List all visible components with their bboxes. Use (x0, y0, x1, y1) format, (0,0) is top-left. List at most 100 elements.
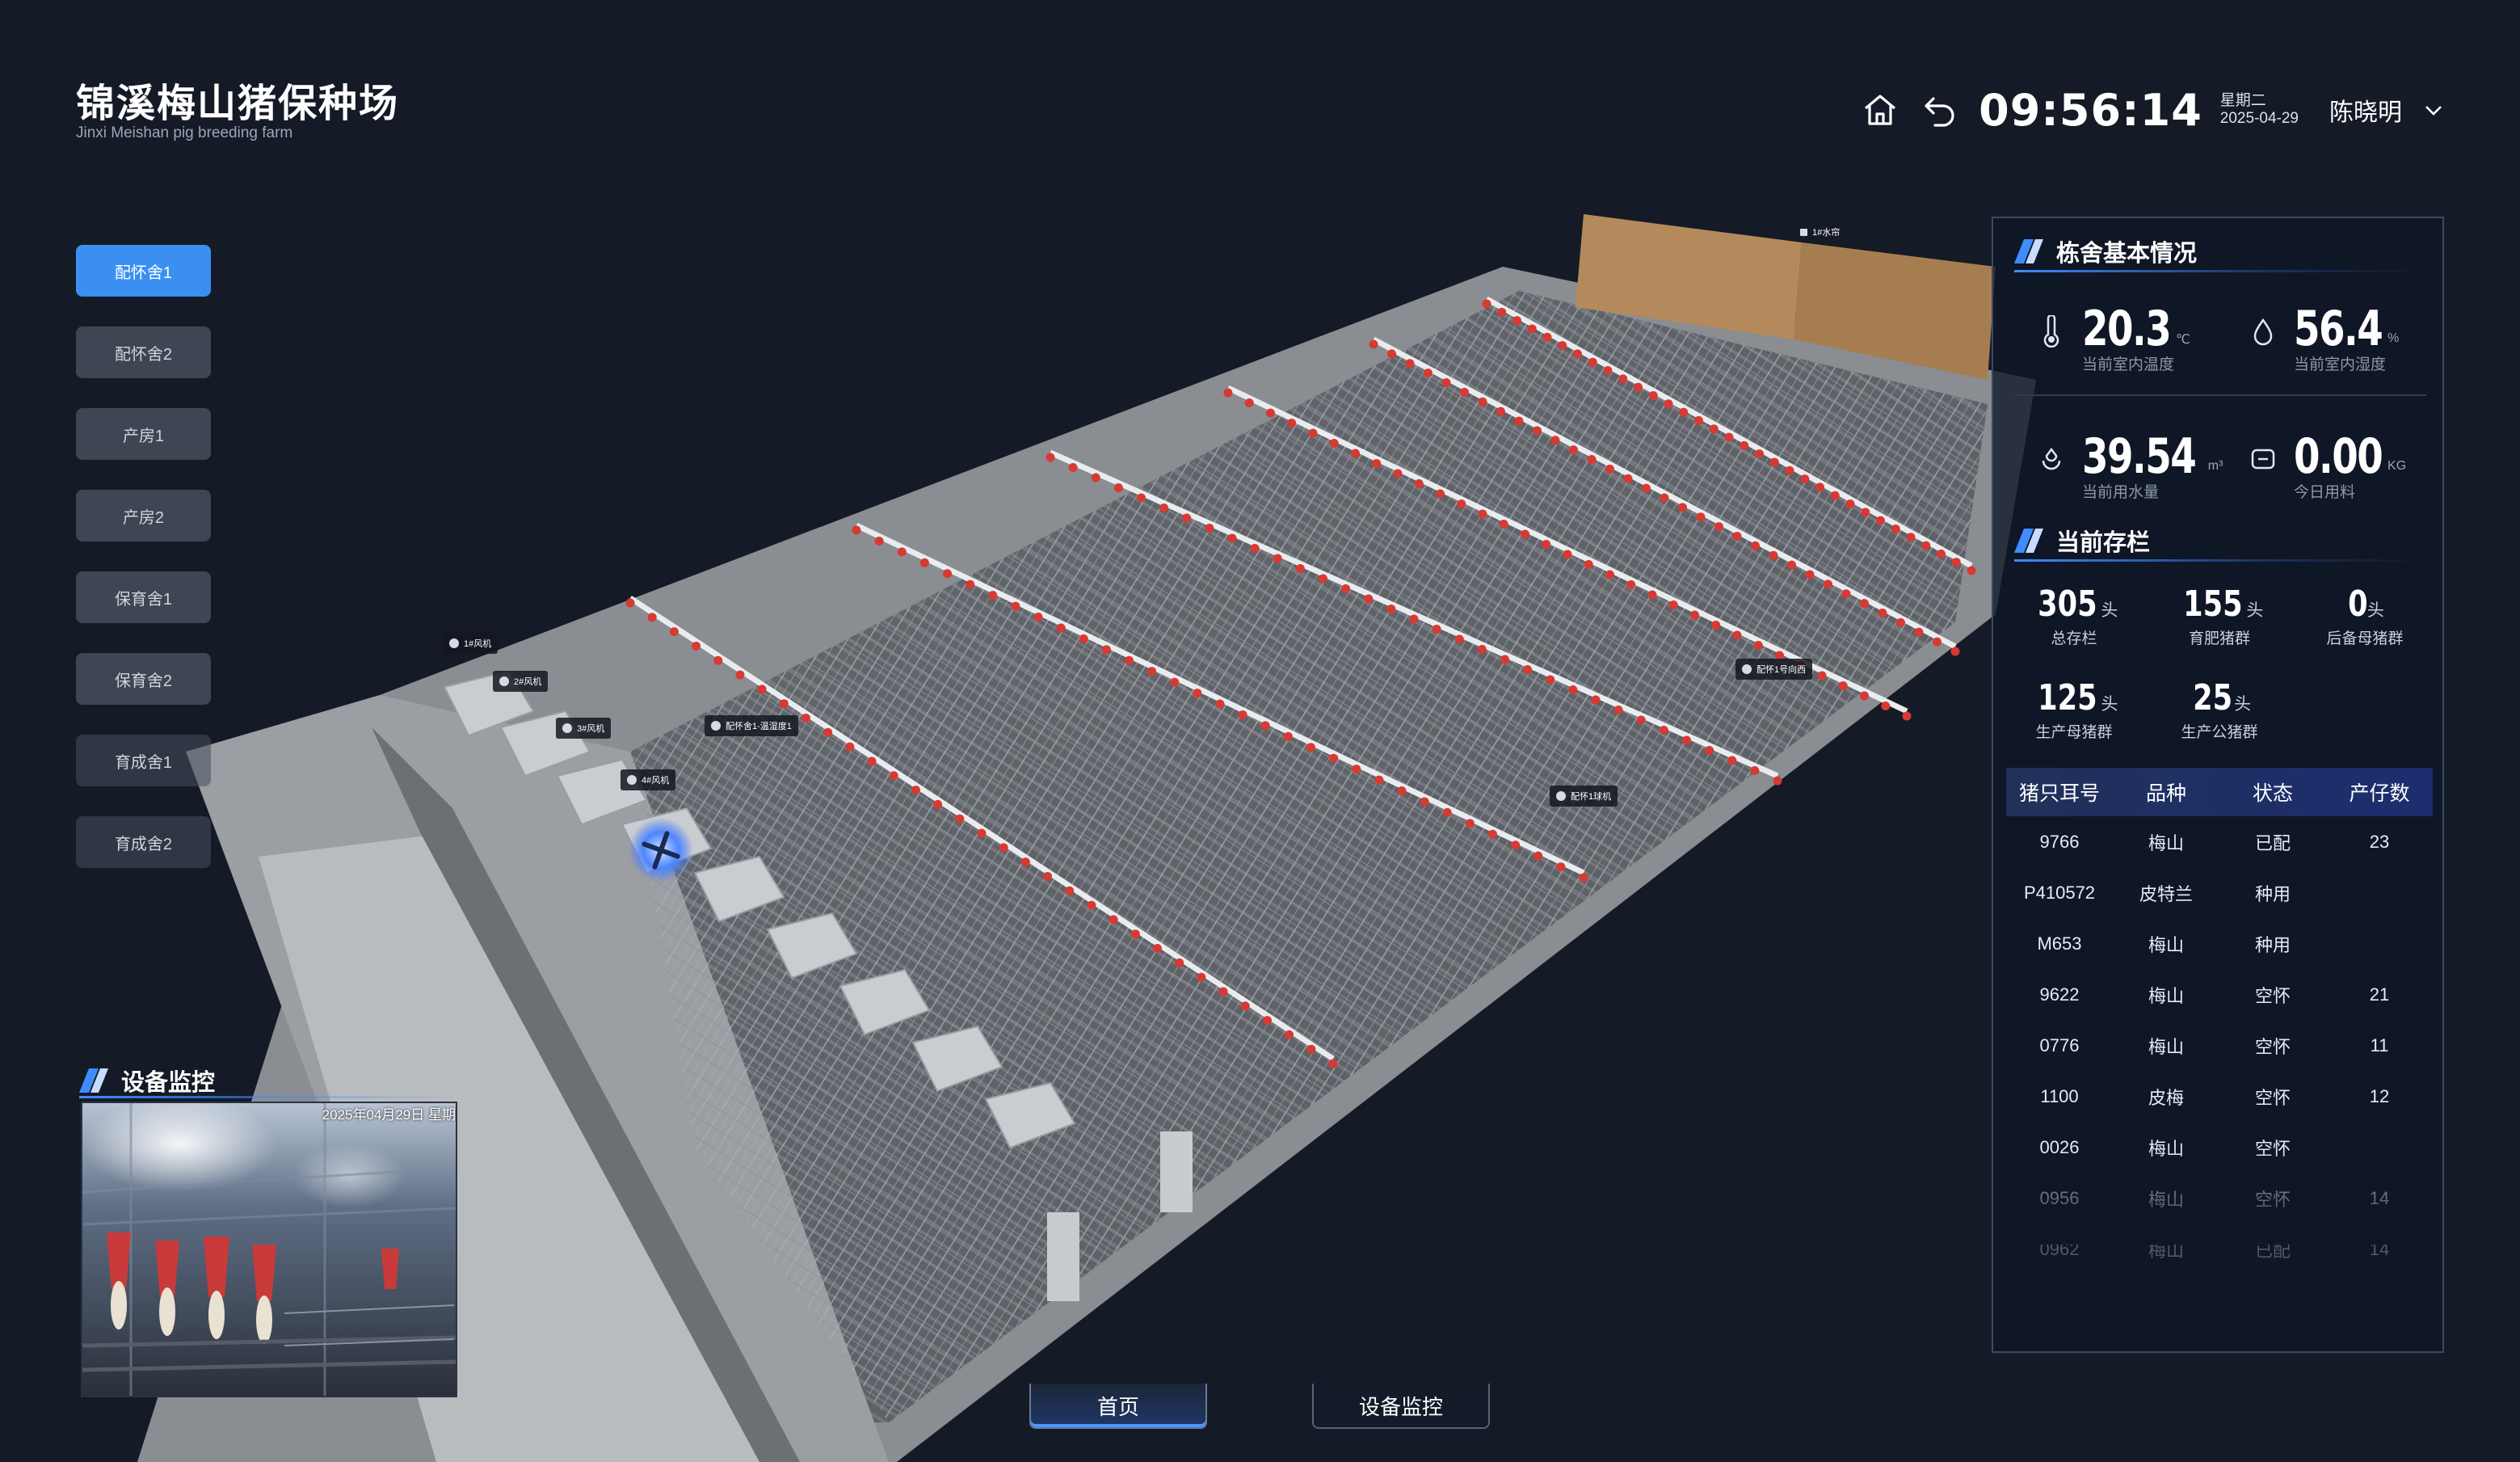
feeder-light (1405, 359, 1415, 369)
feeder-light (1588, 357, 1597, 367)
feeder-light (874, 536, 884, 546)
cell-status: 空怀 (2254, 1087, 2291, 1108)
feeder-light (1109, 915, 1118, 925)
feeder-light (1159, 503, 1169, 512)
metric-water: 39.54 m³ 当前用水量 (2034, 430, 2223, 501)
user-name[interactable]: 陈晓明 (2329, 92, 2402, 128)
feeder-light (1266, 408, 1275, 418)
date-box: 星期二 2025-04-29 (2220, 92, 2299, 128)
feeder-light (1482, 299, 1491, 309)
feeder-light (1409, 614, 1419, 624)
back-icon[interactable] (1919, 89, 1961, 131)
table-row[interactable]: 0956 梅山 空怀 14 (2006, 1173, 2433, 1224)
page-title: 锦溪梅山猪保种场 (76, 82, 400, 125)
feeder-light (1679, 407, 1689, 417)
feeder-light (966, 579, 975, 589)
feeder-light (1906, 533, 1916, 542)
cell-ear-tag: 9622 (2039, 984, 2080, 1005)
feeder-light (1175, 958, 1184, 967)
scene-tag-fan-1[interactable]: 1#风机 (443, 633, 499, 654)
feeder-light (1740, 440, 1749, 450)
table-row[interactable]: 1100 皮梅 空怀 12 (2006, 1071, 2433, 1122)
tab-device-monitor[interactable]: 设备监控 (1312, 1384, 1490, 1429)
stock-section-header: 当前存栏 (2014, 524, 2426, 562)
col-ear-tag[interactable]: 猪只耳号 (2006, 777, 2113, 807)
table-row[interactable]: 0026 梅山 空怀 (2006, 1122, 2433, 1173)
cell-ear-tag: 1100 (2040, 1085, 2079, 1106)
nav-item-chanfang-2[interactable]: 产房2 (76, 490, 211, 541)
table-row[interactable]: 0776 梅山 空怀 11 (2006, 1020, 2433, 1071)
camera-feed[interactable]: 2025年04月29日 星期 (81, 1102, 457, 1397)
tab-home[interactable]: 首页 (1029, 1384, 1207, 1429)
nav-item-baoyu-2[interactable]: 保育舍2 (76, 653, 211, 705)
page-subtitle: Jinxi Meishan pig breeding farm (76, 124, 293, 141)
feeder-light (1546, 675, 1555, 685)
feeder-light (1130, 929, 1140, 939)
scene-tag-fan-3[interactable]: 3#风机 (556, 718, 612, 739)
building-section-header: 栋舍基本情况 (2014, 234, 2426, 272)
feeder-light (1432, 625, 1441, 634)
table-row[interactable]: M653 梅山 种用 (2006, 918, 2433, 969)
feeder-light (1668, 600, 1678, 609)
feeder-light (1397, 786, 1407, 795)
feeder-light (823, 727, 833, 737)
feeder-light (1860, 599, 1869, 609)
scene-tag-camera-west[interactable]: 配怀1号向西 (1735, 659, 1813, 680)
cell-status: 种用 (2254, 883, 2291, 904)
feeder-light (889, 771, 898, 781)
feeder-light (1011, 601, 1020, 611)
feeder-light (1308, 428, 1318, 438)
scene-tag-sensor[interactable]: 配怀舍1-温湿度1 (705, 715, 798, 736)
chevron-down-icon[interactable] (2420, 89, 2447, 131)
cell-litter: 14 (2369, 1187, 2390, 1208)
scene-tag-fan-4[interactable]: 4#风机 (621, 769, 676, 790)
cell-status: 已配 (2254, 832, 2291, 853)
col-breed[interactable]: 品种 (2113, 777, 2219, 807)
feeder-light (1732, 532, 1742, 541)
nav-item-peihuai-1[interactable]: 配怀舍1 (76, 245, 211, 297)
feeder-light (1830, 491, 1840, 500)
feeder-light (1465, 819, 1475, 828)
feeder-light (1896, 617, 1905, 627)
nav-item-chanfang-1[interactable]: 产房1 (76, 408, 211, 460)
feeder-light (779, 699, 789, 709)
cell-status: 空怀 (2254, 1138, 2291, 1159)
feeder-light (1533, 426, 1542, 436)
feeder-light (1659, 726, 1668, 735)
nav-item-yucheng-2[interactable]: 育成舍2 (76, 816, 211, 868)
col-litter[interactable]: 产仔数 (2326, 777, 2433, 807)
nav-item-baoyu-1[interactable]: 保育舍1 (76, 571, 211, 623)
col-status[interactable]: 状态 (2219, 777, 2326, 807)
table-row[interactable]: 9622 梅山 空怀 21 (2006, 969, 2433, 1020)
cell-ear-tag: 0026 (2039, 1136, 2080, 1157)
feeder-light (1800, 474, 1810, 484)
scene-tag-water-curtain[interactable]: 1#水帘 (1794, 221, 1846, 242)
scene-tag-dome-camera[interactable]: 配怀1球机 (1550, 786, 1618, 807)
feeder-light (1605, 464, 1614, 474)
feeder-light (1193, 689, 1202, 698)
metric-feed: 0.00 KG 今日用料 (2245, 430, 2406, 501)
home-icon[interactable] (1859, 89, 1901, 131)
feeder-light (1033, 613, 1043, 621)
feeder-light (1091, 473, 1100, 482)
nav-item-peihuai-2[interactable]: 配怀舍2 (76, 327, 211, 378)
nav-item-yucheng-1[interactable]: 育成舍1 (76, 735, 211, 786)
water-curtain-tag-icon (1800, 228, 1807, 236)
table-row[interactable]: 9766 梅山 已配 23 (2006, 816, 2433, 867)
feeder-light (1285, 1030, 1294, 1039)
feeder-light (1569, 445, 1578, 455)
table-row[interactable]: P410572 皮特兰 种用 (2006, 867, 2433, 918)
house-nav: 配怀舍1 配怀舍2 产房1 产房2 保育舍1 保育舍2 育成舍1 育成舍2 (76, 245, 211, 898)
section-marker-icon (79, 1068, 108, 1093)
scene-tag-fan-2[interactable]: 2#风机 (493, 671, 549, 692)
section-underline (2014, 270, 2426, 272)
feeder-light (1287, 419, 1297, 428)
section-marker-icon (2014, 529, 2043, 553)
feeder-light (1457, 499, 1466, 508)
date: 2025-04-29 (2219, 110, 2299, 127)
feeder-light (1660, 493, 1669, 503)
feeder-light (1556, 862, 1566, 872)
feeder-light (1478, 397, 1487, 407)
feeder-light (867, 756, 877, 766)
table-row[interactable]: 0962 梅山 已配 14 (2006, 1224, 2433, 1275)
